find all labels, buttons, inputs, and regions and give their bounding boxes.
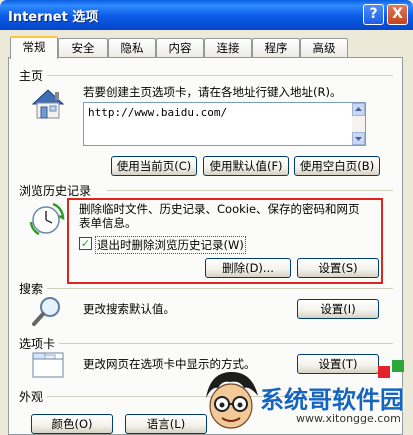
tab-content[interactable]: 内容: [156, 38, 204, 57]
close-button[interactable]: X: [387, 4, 408, 25]
home-url-input[interactable]: http://www.baidu.com/: [83, 102, 366, 146]
delete-on-exit-checkbox[interactable]: ✓: [79, 237, 92, 250]
tab-security[interactable]: 安全: [58, 38, 108, 57]
delete-on-exit-label[interactable]: 退出时删除浏览历史记录(W): [95, 236, 246, 254]
home-instruction: 若要创建主页选项卡，请在各地址行键入地址(R)。: [83, 85, 342, 99]
scrollbar[interactable]: [352, 103, 365, 145]
site-watermark: 系统哥软件园 www.xitongge.com: [200, 360, 413, 435]
delete-history-button[interactable]: 删除(D)...: [205, 258, 291, 278]
use-default-button[interactable]: 使用默认值(F): [203, 156, 289, 176]
tab-advanced[interactable]: 高级: [300, 38, 348, 57]
magnifier-icon: [32, 297, 60, 326]
home-heading: 主页: [19, 69, 44, 83]
use-blank-button[interactable]: 使用空白页(B): [294, 156, 380, 176]
window-title: Internet 选项: [8, 10, 99, 25]
history-heading: 浏览历史记录: [19, 184, 92, 198]
appearance-heading: 外观: [19, 390, 44, 404]
help-button[interactable]: ?: [363, 4, 384, 25]
brand-blocks-icon: [378, 360, 404, 378]
watermark-site-url: www.xitongge.com: [296, 412, 401, 425]
history-settings-button[interactable]: 设置(S): [297, 258, 379, 278]
tab-connections[interactable]: 连接: [204, 38, 252, 57]
mascot-face-icon: [206, 371, 258, 429]
use-current-button[interactable]: 使用当前页(C): [111, 156, 197, 176]
divider: [107, 190, 393, 191]
colors-button[interactable]: 颜色(O): [31, 414, 113, 434]
tab-programs[interactable]: 程序: [252, 38, 300, 57]
history-clock-icon: [29, 202, 65, 236]
search-settings-button[interactable]: 设置(I): [297, 299, 379, 319]
divider: [59, 343, 393, 344]
tab-general[interactable]: 常规: [10, 36, 58, 59]
divider: [47, 288, 393, 289]
tab-privacy[interactable]: 隐私: [108, 38, 156, 57]
search-description: 更改搜索默认值。: [83, 302, 175, 316]
languages-button[interactable]: 语言(L): [125, 414, 207, 434]
house-icon: [31, 89, 65, 119]
watermark-site-name: 系统哥软件园: [260, 386, 404, 414]
tabs-window-icon: [32, 352, 64, 378]
divider: [47, 75, 393, 76]
history-description-line2: 表单信息。: [79, 216, 137, 230]
title-bar: Internet 选项 ? X: [0, 0, 413, 30]
